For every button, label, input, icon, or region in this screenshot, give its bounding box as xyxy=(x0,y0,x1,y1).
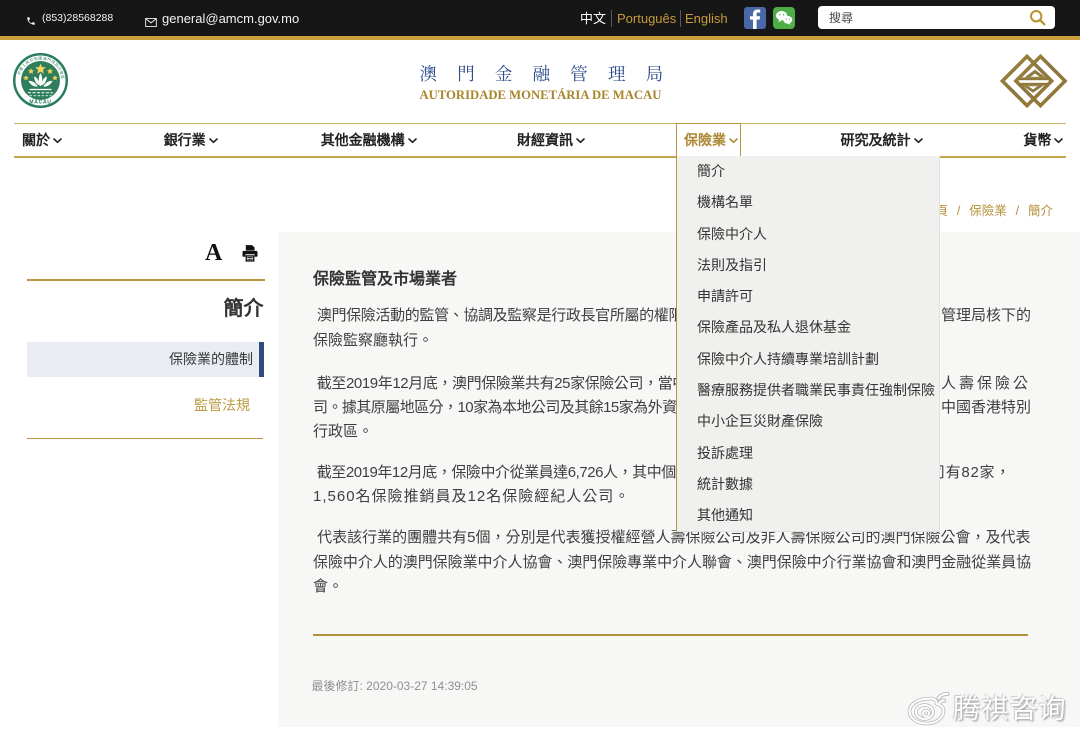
svg-text:MACAU: MACAU xyxy=(29,99,51,105)
